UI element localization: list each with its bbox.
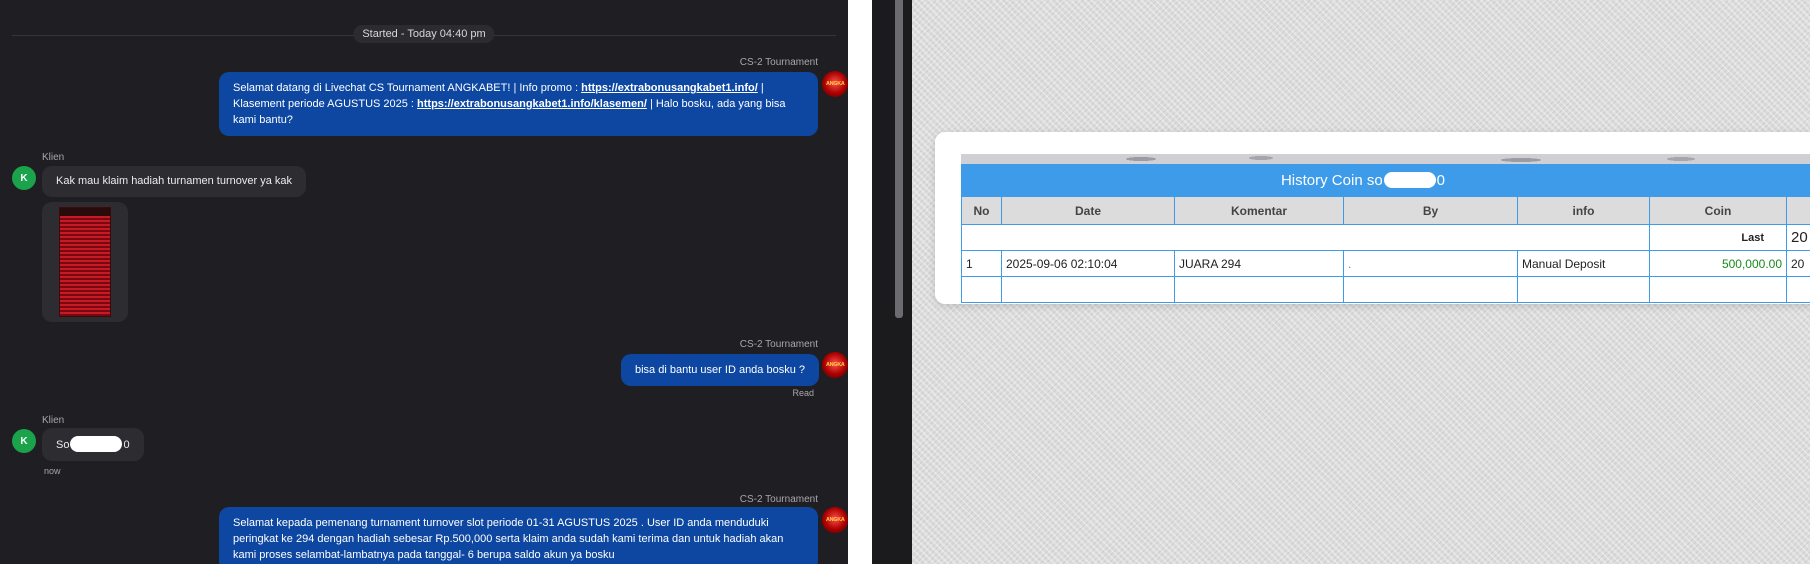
redacted-blur xyxy=(70,436,123,452)
client-avatar: K xyxy=(12,429,36,453)
cell-by: . xyxy=(1343,250,1518,277)
message-text: So xyxy=(56,439,70,451)
agent-message-welcome: Selamat datang di Livechat CS Tournament… xyxy=(219,72,818,136)
table-header-row: No Date Komentar By info Coin xyxy=(961,196,1810,225)
table-cell-empty xyxy=(1517,276,1650,303)
client-message-claim: Kak mau klaim hadiah turnamen turnover y… xyxy=(42,166,307,197)
agent-sender-name: CS-2 Tournament xyxy=(739,494,818,505)
column-header-by: By xyxy=(1343,196,1518,225)
column-header-komentar: Komentar xyxy=(1174,196,1344,225)
table-cell-empty xyxy=(1649,276,1787,303)
title-text: 0 xyxy=(1436,171,1446,189)
table-row-last: Last 20 xyxy=(961,224,1810,251)
cell-info: Manual Deposit xyxy=(1517,250,1650,277)
agent-avatar: ANGKA xyxy=(822,352,848,378)
column-header-date: Date xyxy=(1001,196,1175,225)
column-header-no: No xyxy=(961,196,1002,225)
cell-komentar: JUARA 294 xyxy=(1174,250,1344,277)
screenshot-thumbnail[interactable] xyxy=(59,207,111,317)
decorative-map-banner xyxy=(961,154,1810,164)
agent-sender-name: CS-2 Tournament xyxy=(739,339,818,350)
client-avatar: K xyxy=(12,166,36,190)
message-timestamp: now xyxy=(44,466,61,476)
last-label: Last xyxy=(1649,224,1787,251)
message-text: 0 xyxy=(123,439,130,451)
message-text: Selamat datang di Livechat CS Tournament… xyxy=(233,82,582,94)
history-coin-title: History Coin so 0 xyxy=(961,164,1810,196)
history-coin-card: History Coin so 0 No Date Komentar By inf… xyxy=(935,132,1810,304)
cell-extra: 20 xyxy=(1786,250,1810,277)
column-header-coin: Coin xyxy=(1649,196,1787,225)
history-coin-table: No Date Komentar By info Coin Last 20 1 xyxy=(961,196,1810,303)
read-receipt: Read xyxy=(792,388,814,398)
promo-link[interactable]: https://extrabonusangkabet1.info/ xyxy=(581,82,758,94)
table-cell-empty xyxy=(1786,276,1810,303)
cell-no: 1 xyxy=(961,250,1002,277)
agent-sender-name: CS-2 Tournament xyxy=(739,57,818,68)
client-sender-name: Klien xyxy=(42,152,65,163)
klasemen-link[interactable]: https://extrabonusangkabet1.info/klaseme… xyxy=(417,98,647,110)
table-cell-empty xyxy=(1174,276,1344,303)
image-viewer: History Coin so 0 No Date Komentar By inf… xyxy=(912,0,1810,564)
last-value: 20 xyxy=(1786,224,1810,251)
table-cell-empty xyxy=(1343,276,1518,303)
client-message-user-id: So 0 xyxy=(42,428,144,461)
column-header-info: info xyxy=(1517,196,1650,225)
table-cell-empty xyxy=(1001,276,1175,303)
scrollbar-track[interactable] xyxy=(872,0,912,564)
agent-avatar: ANGKA xyxy=(822,71,848,97)
agent-message-winner: Selamat kepada pemenang turnament turnov… xyxy=(219,507,818,564)
agent-avatar: ANGKA xyxy=(822,507,848,533)
table-row-cut-off xyxy=(961,276,1810,303)
cell-coin: 500,000.00 xyxy=(1649,250,1787,277)
scrollbar-thumb[interactable] xyxy=(895,0,903,318)
table-row: 1 2025-09-06 02:10:04 JUARA 294 . Manual… xyxy=(961,250,1810,277)
table-cell-empty xyxy=(961,224,1650,251)
agent-message-ask-id: bisa di bantu user ID anda bosku ? xyxy=(621,354,820,386)
column-header-extra xyxy=(1786,196,1810,225)
redacted-blur xyxy=(1383,172,1436,188)
cell-date: 2025-09-06 02:10:04 xyxy=(1001,250,1175,277)
title-text: History Coin so xyxy=(1280,171,1383,189)
panel-divider xyxy=(848,0,872,564)
client-sender-name: Klien xyxy=(42,415,65,426)
chat-started-label: Started - Today 04:40 pm xyxy=(353,25,495,43)
table-cell-empty xyxy=(961,276,1002,303)
client-image-attachment[interactable] xyxy=(42,202,128,322)
chat-panel: Started - Today 04:40 pm CS-2 Tournament… xyxy=(0,0,848,564)
